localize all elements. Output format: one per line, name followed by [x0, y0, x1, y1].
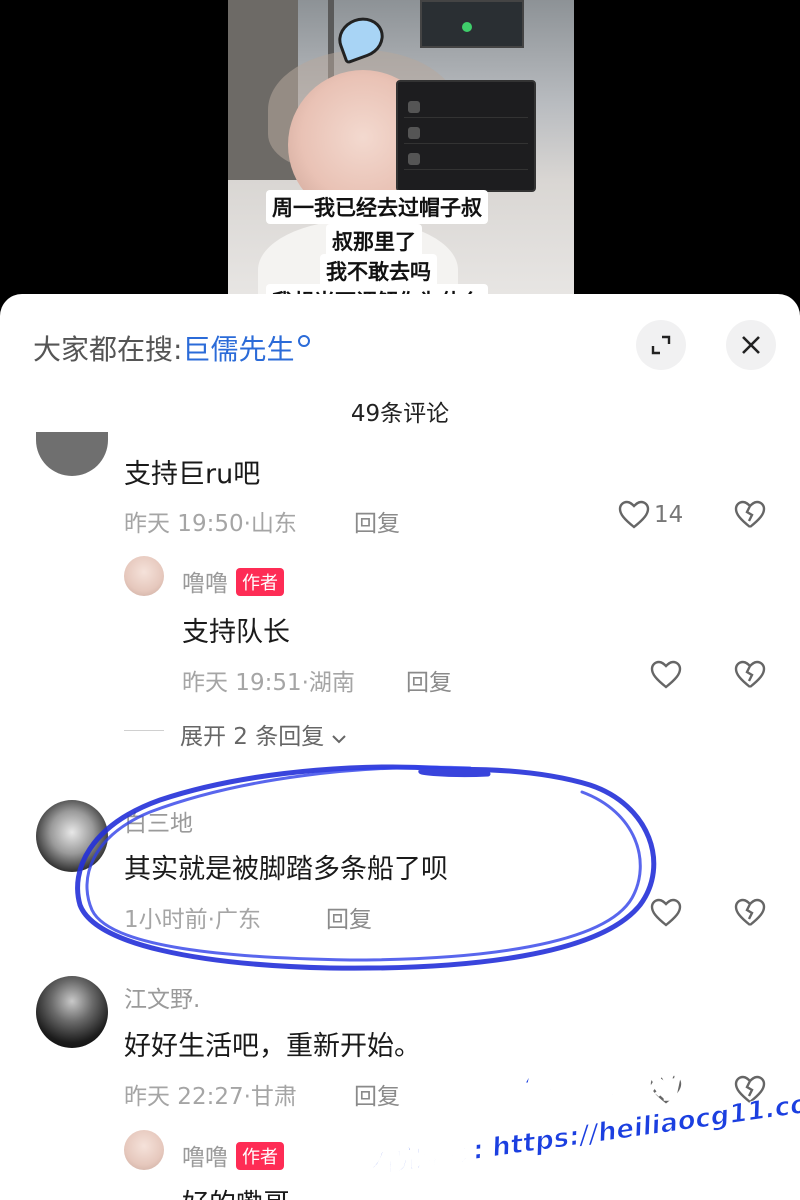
comment-location: 湖南	[308, 670, 355, 696]
commenter-name[interactable]: 白三地	[124, 804, 193, 838]
close-button[interactable]	[726, 320, 776, 370]
dislike-button[interactable]	[734, 898, 766, 932]
expand-replies-button[interactable]: 展开 2 条回复	[180, 717, 346, 751]
avatar[interactable]	[36, 800, 108, 872]
avatar[interactable]	[124, 1130, 164, 1170]
video-caption-line: 周一我已经去过帽子叔	[266, 190, 488, 224]
like-button[interactable]: 14	[618, 500, 683, 530]
commenter-name[interactable]: 噜噜 作者	[182, 1138, 284, 1172]
comment-text: 支持巨ru吧	[124, 459, 261, 490]
video-caption-line: 叔那里了	[326, 224, 422, 258]
comment-text: 好好生活吧，重新开始。	[124, 1031, 421, 1062]
search-icon	[298, 335, 311, 347]
reply-button[interactable]: 回复	[326, 900, 372, 934]
heart-icon	[650, 660, 682, 689]
broken-heart-icon	[734, 660, 766, 688]
comment-meta: 昨天 19:51·湖南	[182, 670, 355, 696]
expand-button[interactable]	[636, 320, 686, 370]
author-badge: 作者	[236, 1142, 284, 1170]
comment-text: 好的嘞哥	[182, 1182, 290, 1200]
reply-button[interactable]: 回复	[354, 1077, 400, 1111]
comment-location: 甘肃	[250, 1084, 297, 1110]
comment-meta: 昨天 19:50·山东	[124, 511, 297, 537]
comment-meta: 1小时前·广东	[124, 907, 261, 933]
comment-count-title: 49条评论	[350, 401, 450, 427]
call-log-screenshot-overlay	[396, 80, 536, 192]
commenter-name[interactable]: 噜噜 作者	[182, 564, 284, 598]
trending-search-term[interactable]: 巨儒先生	[182, 333, 294, 366]
commenter-name[interactable]: 江文野.	[124, 980, 200, 1014]
dislike-button[interactable]	[734, 500, 766, 534]
comment-sheet: 大家都在搜:巨儒先生 49条评论 支持巨ru吧 昨天 19:50·山东 回复 1…	[0, 294, 800, 1200]
comment-time: 昨天 19:50	[124, 511, 244, 537]
author-badge: 作者	[236, 568, 284, 596]
like-count: 14	[654, 502, 684, 528]
avatar[interactable]	[124, 556, 164, 596]
heart-icon	[650, 898, 682, 927]
comment-meta: 昨天 22:27·甘肃	[124, 1084, 297, 1110]
comment-time: 昨天 19:51	[182, 670, 302, 696]
reply-button[interactable]: 回复	[406, 663, 452, 697]
trending-search-prefix: 大家都在搜:	[33, 333, 183, 366]
comment-location: 广东	[214, 907, 261, 933]
comment-location: 山东	[250, 511, 297, 537]
comment-time: 昨天 22:27	[124, 1084, 244, 1110]
map-screenshot-overlay	[420, 0, 524, 48]
like-button[interactable]	[650, 1075, 682, 1105]
dislike-button[interactable]	[734, 1075, 766, 1109]
avatar[interactable]	[36, 432, 108, 476]
comment-text: 其实就是被脚踏多条船了呗	[124, 854, 448, 885]
trending-search[interactable]: 大家都在搜:巨儒先生	[33, 328, 311, 368]
expand-replies-label: 展开 2 条回复	[180, 724, 325, 750]
close-icon	[742, 336, 760, 354]
heart-icon	[618, 500, 650, 529]
reply-button[interactable]: 回复	[354, 504, 400, 538]
heart-icon	[650, 1075, 682, 1104]
dislike-button[interactable]	[734, 660, 766, 694]
like-button[interactable]	[650, 660, 682, 690]
broken-heart-icon	[734, 898, 766, 926]
broken-heart-icon	[734, 1075, 766, 1103]
like-button[interactable]	[650, 898, 682, 928]
chevron-down-icon	[331, 735, 346, 744]
avatar[interactable]	[36, 976, 108, 1048]
commenter-name-text: 噜噜	[182, 1145, 228, 1171]
commenter-name-text: 噜噜	[182, 571, 228, 597]
expand-divider	[124, 730, 164, 731]
video-player[interactable]: 周一我已经去过帽子叔 叔那里了 我不敢去吗 我想当面调解你为什么	[228, 0, 574, 300]
broken-heart-icon	[734, 500, 766, 528]
expand-icon	[651, 335, 671, 355]
comment-text: 支持队长	[182, 617, 290, 648]
comment-time: 1小时前	[124, 907, 208, 933]
video-caption-line: 我不敢去吗	[320, 254, 437, 288]
